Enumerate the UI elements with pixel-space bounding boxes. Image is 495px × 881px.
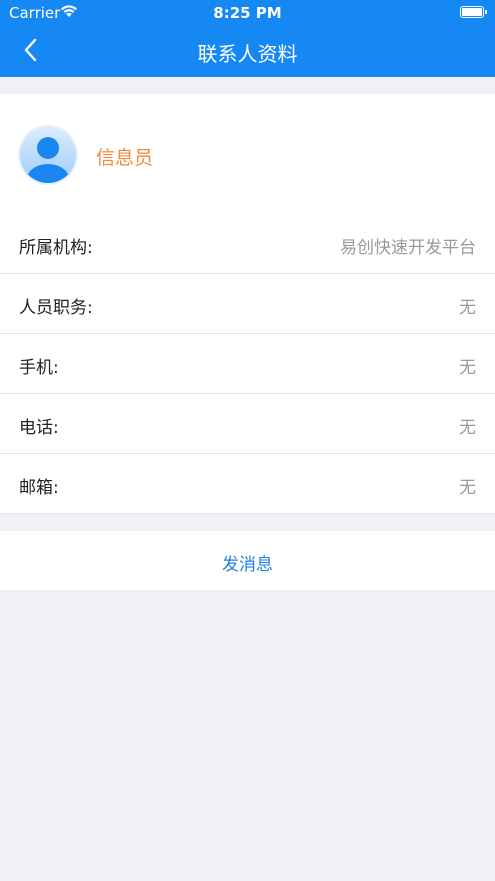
field-value: 无 [459,358,476,378]
send-message-label: 发消息 [222,555,273,575]
field-value: 无 [459,418,476,438]
field-row-phone: 电话: 无 [0,394,495,454]
field-label: 人员职务: [19,298,93,318]
field-label: 电话: [19,418,59,438]
field-value: 无 [459,478,476,498]
field-row-position: 人员职务: 无 [0,274,495,334]
battery-icon [460,6,487,18]
send-message-button[interactable]: 发消息 [0,531,495,590]
contact-name: 信息员 [96,147,154,169]
field-label: 所属机构: [19,238,93,258]
nav-bar: 联系人资料 [0,26,495,77]
field-value: 无 [459,298,476,318]
contact-info-card: 信息员 所属机构: 易创快速开发平台 人员职务: 无 手机: 无 电话: 无 邮… [0,94,495,514]
status-bar: Carrier 8:25 PM [0,0,495,26]
field-label: 手机: [19,358,59,378]
header: Carrier 8:25 PM 联系人资料 [0,0,495,77]
field-row-email: 邮箱: 无 [0,454,495,514]
field-value: 易创快速开发平台 [340,238,476,258]
field-row-mobile: 手机: 无 [0,334,495,394]
person-avatar-icon [18,125,78,185]
page-title: 联系人资料 [197,42,298,66]
field-row-organization: 所属机构: 易创快速开发平台 [0,214,495,274]
status-time: 8:25 PM [213,4,282,22]
divider [0,513,495,514]
field-label: 邮箱: [19,478,59,498]
